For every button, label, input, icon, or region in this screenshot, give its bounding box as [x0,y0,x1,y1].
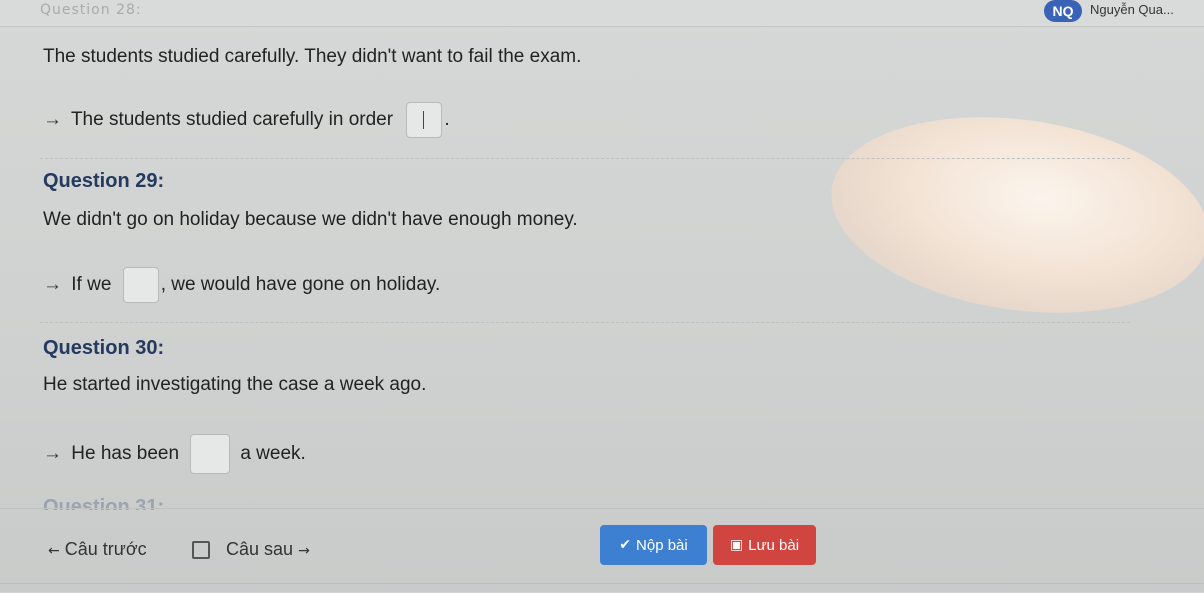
rewrite-suffix: . [444,109,450,131]
answer-input[interactable] [122,267,159,303]
rewrite-suffix: , we would have gone on holiday. [160,274,441,296]
question-sentence: We didn't go on holiday because we didn'… [43,209,578,230]
save-button[interactable]: ▣ Lưu bài [713,525,816,565]
answer-input[interactable] [190,434,231,474]
next-question-button[interactable]: Câu sau → [226,539,310,560]
next-label: Câu sau [226,539,294,559]
avatar[interactable]: NQ [1044,0,1082,22]
footer-bar: ← Câu trước Câu sau → ✔ Nộp bài ▣ Lưu bà… [0,508,1204,593]
save-icon: ▣ [729,537,744,553]
check-circle-icon: ✔ [619,537,632,553]
previous-question-title: Question 28: [40,2,142,18]
back-arrow-icon: ← [48,543,60,559]
rewrite-line: → The students studied carefully in orde… [43,102,450,138]
next-arrow-icon: → [298,543,310,559]
username[interactable]: Nguyễn Qua... [1090,2,1174,17]
rewrite-line: → He has been a week. [43,434,306,474]
top-bar: Question 28: NQ Nguyễn Qua... [0,0,1204,27]
mark-question-checkbox[interactable] [192,541,210,559]
submit-label: Nộp bài [636,536,688,554]
divider [40,158,1130,159]
rewrite-prefix: He has been [71,443,180,465]
question-sentence: He started investigating the case a week… [43,374,427,395]
rewrite-prefix: If we [71,274,112,296]
rewrite-suffix: a week. [240,443,306,465]
save-label: Lưu bài [748,536,800,554]
submit-button[interactable]: ✔ Nộp bài [600,525,707,565]
light-glare [818,94,1204,336]
arrow-icon: → [43,109,62,131]
question-title: Question 30: [43,337,165,359]
previous-label: Câu trước [64,539,147,559]
question-title: Question 29: [43,170,165,192]
question-sentence: The students studied carefully. They did… [43,46,582,67]
rewrite-prefix: The students studied carefully in order [70,109,394,131]
divider [0,583,1204,584]
answer-input[interactable] [406,102,443,138]
previous-question-button[interactable]: ← Câu trước [48,539,147,560]
arrow-icon: → [43,274,62,296]
rewrite-line: → If we , we would have gone on holiday. [43,267,440,303]
divider [40,322,1130,323]
arrow-icon: → [43,443,62,465]
page: Question 28: NQ Nguyễn Qua... The studen… [0,0,1204,592]
text-cursor [423,111,425,129]
